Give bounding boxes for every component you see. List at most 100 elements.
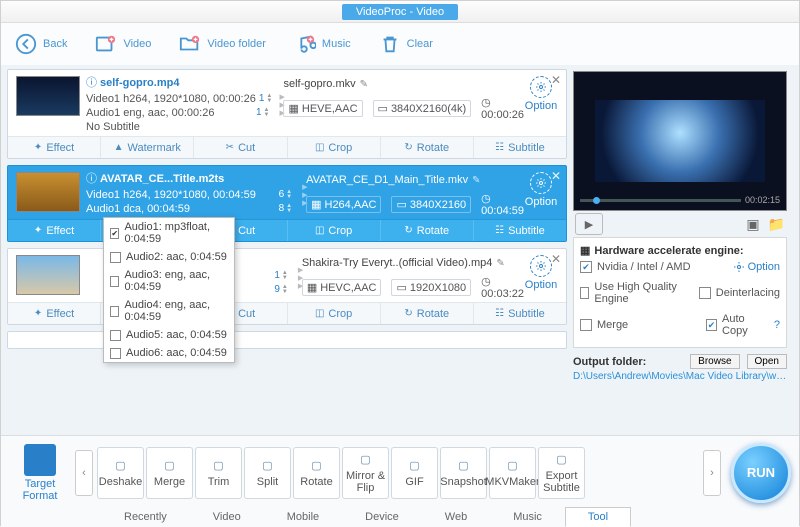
help-icon[interactable]: ? [774, 319, 780, 331]
checkbox[interactable] [110, 276, 119, 287]
tool-snapshot[interactable]: ▢Snapshot [440, 447, 487, 499]
target-format[interactable]: Target Format [9, 444, 71, 502]
open-button[interactable]: Open [747, 354, 787, 369]
crop-button[interactable]: ◫ Crop [288, 220, 381, 241]
cut-button[interactable]: ✂ Cut [194, 137, 287, 158]
tab-mobile[interactable]: Mobile [264, 507, 342, 527]
subtitle-button[interactable]: ☷ Subtitle [474, 220, 566, 241]
autocopy-checkbox[interactable]: ✔ [706, 319, 717, 331]
audio-option[interactable]: Audio4: eng, aac, 0:04:59 [104, 296, 234, 326]
audio-track-popup[interactable]: ✔Audio1: mp3float, 0:04:59 Audio2: aac, 0… [103, 217, 235, 363]
clear-button[interactable]: Clear [379, 33, 433, 55]
checkbox[interactable] [110, 330, 121, 341]
crop-button[interactable]: ◫ Crop [288, 303, 381, 324]
pencil-icon[interactable]: ✎ [496, 258, 504, 269]
tool-deshake[interactable]: ▢Deshake [97, 447, 144, 499]
tab-music[interactable]: Music [490, 507, 565, 527]
music-label: Music [322, 38, 351, 50]
video-item-selected[interactable]: ✕ ⓘAVATAR_CE...Title.m2ts Video1 h264, 1… [7, 165, 567, 242]
tool-trim[interactable]: ▢Trim [195, 447, 242, 499]
rotate-button[interactable]: ↻ Rotate [381, 220, 474, 241]
rotate-button[interactable]: ↻ Rotate [381, 303, 474, 324]
subtitle-button[interactable]: ☷ Subtitle [474, 137, 566, 158]
checkbox[interactable]: ✔ [110, 228, 119, 239]
tool-mkvmaker[interactable]: ▢MKVMaker [489, 447, 536, 499]
merge-checkbox[interactable] [580, 319, 592, 331]
audio-option[interactable]: ✔Audio1: mp3float, 0:04:59 [104, 218, 234, 248]
tool-split[interactable]: ▢ Split [244, 447, 291, 499]
audio-track-stepper[interactable]: 1▲▼ [256, 106, 270, 120]
folder-icon [179, 33, 201, 55]
audio-option-label: Audio2: aac, 0:04:59 [126, 251, 227, 263]
checkbox[interactable] [110, 348, 121, 359]
filename: AVATAR_CE...Title.m2ts [100, 172, 224, 186]
info-icon[interactable]: ⓘ [86, 172, 97, 186]
close-icon[interactable]: ✕ [551, 252, 561, 266]
play-button[interactable]: ▶ [575, 213, 603, 235]
scroll-left-button[interactable]: ‹ [75, 450, 93, 496]
video-track-stepper[interactable]: 1▲▼ [274, 269, 288, 283]
deinterlace-checkbox[interactable] [699, 287, 711, 299]
tool-label: Snapshot [440, 476, 486, 488]
hw-vendor-checkbox[interactable]: ✔ [580, 261, 592, 273]
tab-video[interactable]: Video [190, 507, 264, 527]
audio-track-stepper[interactable]: 8▲▼ [279, 202, 293, 216]
tool-gif[interactable]: ▢GIF [391, 447, 438, 499]
tool-mirror-flip[interactable]: ▢Mirror & Flip [342, 447, 389, 499]
tool-label: Split [257, 476, 278, 488]
resolution-chip: ▭ 3840X2160(4k) [373, 100, 472, 117]
pencil-icon[interactable]: ✎ [472, 175, 480, 186]
run-button[interactable]: RUN [731, 443, 791, 503]
hw-option-button[interactable]: Option [733, 261, 780, 273]
video-item[interactable]: ✕ 1▲▼ 9▲▼ ▶▶▶ Shakira-Try Everyt..(offic… [7, 248, 567, 325]
add-music-button[interactable]: Music [294, 33, 351, 55]
audio-option[interactable]: Audio3: eng, aac, 0:04:59 [104, 266, 234, 296]
hq-checkbox[interactable] [580, 287, 589, 299]
preview-player[interactable]: 00:02:15 [573, 71, 787, 211]
watermark-button[interactable]: ▲ Watermark [101, 137, 194, 158]
tab-recently[interactable]: Recently [101, 507, 190, 527]
add-folder-button[interactable]: Video folder [179, 33, 266, 55]
tool-icon: ▢ [503, 458, 523, 474]
back-button[interactable]: Back [15, 33, 67, 55]
open-folder-icon[interactable]: 📁 [768, 216, 785, 233]
close-icon[interactable]: ✕ [551, 73, 561, 87]
deinterlace-label: Deinterlacing [716, 287, 780, 299]
tool-export-subtitle[interactable]: ▢Export Subtitle [538, 447, 585, 499]
effect-button[interactable]: ✦ Effect [8, 220, 101, 241]
pencil-icon[interactable]: ✎ [360, 79, 368, 90]
item-ops: ✦ Effect ▲ Watermark ✂ Cut ◫ Crop ↻ Rota… [8, 219, 566, 241]
tool-merge[interactable]: ▢Merge [146, 447, 193, 499]
subtitle-button[interactable]: ☷ Subtitle [474, 303, 566, 324]
audio-option[interactable]: Audio6: aac, 0:04:59 [104, 344, 234, 362]
add-video-button[interactable]: Video [95, 33, 151, 55]
seek-bar[interactable] [580, 199, 741, 202]
tab-tool[interactable]: Tool [565, 507, 631, 527]
rotate-button[interactable]: ↻ Rotate [381, 137, 474, 158]
effect-button[interactable]: ✦ Effect [8, 137, 101, 158]
crop-button[interactable]: ◫ Crop [288, 137, 381, 158]
video-track-stepper[interactable]: 6▲▼ [279, 188, 293, 202]
tool-icon: ▢ [258, 458, 278, 474]
checkbox[interactable] [110, 252, 121, 263]
audio-option[interactable]: Audio2: aac, 0:04:59 [104, 248, 234, 266]
video-item-partial[interactable] [7, 331, 567, 349]
close-icon[interactable]: ✕ [551, 169, 561, 183]
video-track-stepper[interactable]: 1▲▼ [259, 92, 273, 106]
effect-button[interactable]: ✦ Effect [8, 303, 101, 324]
audio-option[interactable]: Audio5: aac, 0:04:59 [104, 326, 234, 344]
info-icon[interactable]: ⓘ [86, 76, 97, 90]
scroll-right-button[interactable]: › [703, 450, 721, 496]
tab-device[interactable]: Device [342, 507, 422, 527]
audio-option-label: Audio4: eng, aac, 0:04:59 [124, 299, 228, 323]
snapshot-icon[interactable]: ▣ [746, 216, 759, 233]
tool-icon: ▢ [552, 452, 572, 468]
gear-icon [535, 260, 547, 272]
output-path[interactable]: D:\Users\Andrew\Movies\Mac Video Library… [573, 371, 787, 382]
checkbox[interactable] [110, 306, 119, 317]
tab-web[interactable]: Web [422, 507, 490, 527]
video-item[interactable]: ✕ ⓘself-gopro.mp4 Video1 h264, 1920*1080… [7, 69, 567, 159]
browse-button[interactable]: Browse [690, 354, 739, 369]
tool-rotate[interactable]: ▢Rotate [293, 447, 340, 499]
audio-track-stepper[interactable]: 9▲▼ [274, 283, 288, 297]
